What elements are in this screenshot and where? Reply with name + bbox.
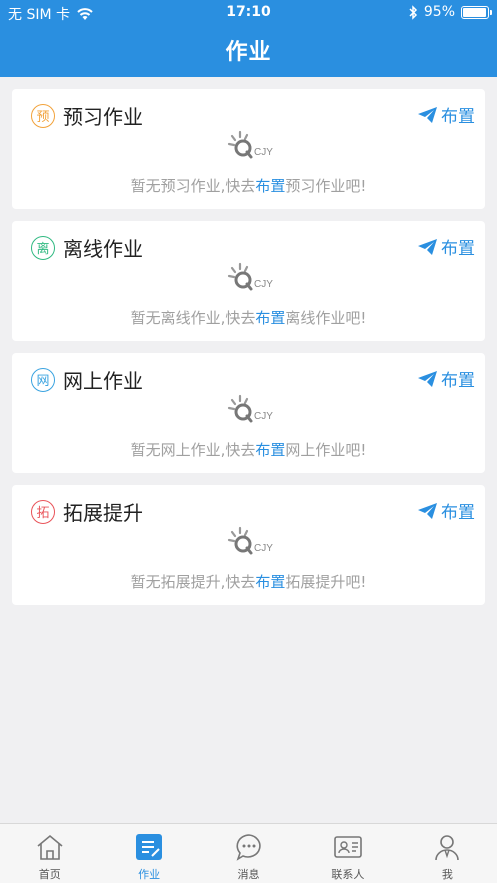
empty-prefix: 暂无预习作业,快去 [130, 177, 256, 195]
logo-text: CJY [254, 411, 273, 422]
tab-home[interactable]: 首页 [0, 824, 99, 883]
section-badge: 网 [31, 367, 55, 392]
section-title: 预习作业 [63, 105, 143, 129]
tab-messages[interactable]: 消息 [199, 824, 298, 883]
homework-section-card: 网 网上作业 布置 CJY 暂无网上作业,快去布置网上作业吧! [12, 353, 485, 473]
section-badge: 预 [31, 103, 55, 128]
tab-label: 作业 [138, 868, 161, 881]
paper-plane-icon [418, 370, 437, 387]
empty-assign-link[interactable]: 布置 [255, 441, 285, 459]
logo-text: CJY [254, 147, 273, 158]
tab-homework[interactable]: 作业 [99, 824, 198, 883]
empty-assign-link[interactable]: 布置 [255, 573, 285, 591]
status-bar: 无 SIM 卡 17:10 95% [0, 0, 497, 26]
homework-section-card: 预 预习作业 布置 CJY 暂无预习作业,快去布置预习作业吧! [12, 89, 485, 209]
assign-button[interactable]: 布置 [418, 102, 475, 127]
profile-icon [435, 835, 460, 861]
empty-suffix: 预习作业吧! [285, 177, 367, 195]
assign-label: 布置 [441, 239, 475, 259]
battery-percent: 95% [423, 4, 455, 20]
assign-label: 布置 [441, 503, 475, 523]
empty-prefix: 暂无网上作业,快去 [130, 441, 256, 459]
logo-text: CJY [254, 543, 273, 554]
battery-icon [461, 5, 492, 19]
bluetooth-icon [409, 4, 417, 20]
empty-prefix: 暂无离线作业,快去 [130, 309, 256, 327]
section-header: 离 离线作业 [31, 233, 143, 262]
assign-button[interactable]: 布置 [418, 366, 475, 391]
tab-label: 我 [441, 868, 453, 881]
assign-label: 布置 [441, 371, 475, 391]
paper-plane-icon [418, 238, 437, 255]
section-title: 拓展提升 [63, 501, 143, 525]
section-badge: 拓 [31, 499, 55, 524]
empty-state-text: 暂无拓展提升,快去布置拓展提升吧! [12, 571, 485, 592]
assign-button[interactable]: 布置 [418, 498, 475, 523]
app-header: 无 SIM 卡 17:10 95% 作业 [0, 0, 497, 77]
tab-profile[interactable]: 我 [398, 824, 497, 883]
section-header: 拓 拓展提升 [31, 497, 143, 526]
section-badge: 离 [31, 235, 55, 260]
tab-label: 联系人 [331, 868, 365, 881]
homework-section-card: 离 离线作业 布置 CJY 暂无离线作业,快去布置离线作业吧! [12, 221, 485, 341]
homework-section-card: 拓 拓展提升 布置 CJY 暂无拓展提升,快去布置拓展提升吧! [12, 485, 485, 605]
assign-label: 布置 [441, 107, 475, 127]
tab-label: 消息 [237, 868, 260, 881]
section-title: 网上作业 [63, 369, 143, 393]
section-header: 网 网上作业 [31, 365, 143, 394]
paper-plane-icon [418, 502, 437, 519]
paper-plane-icon [418, 106, 437, 123]
empty-prefix: 暂无拓展提升,快去 [130, 573, 256, 591]
cjy-logo-icon: CJY [227, 394, 273, 423]
home-icon [37, 834, 63, 860]
empty-assign-link[interactable]: 布置 [255, 309, 285, 327]
cjy-logo-icon: CJY [227, 130, 273, 159]
assign-button[interactable]: 布置 [418, 234, 475, 259]
homework-icon [136, 834, 163, 860]
empty-state-text: 暂无离线作业,快去布置离线作业吧! [12, 307, 485, 328]
empty-assign-link[interactable]: 布置 [255, 177, 285, 195]
tab-label: 首页 [38, 868, 61, 881]
tab-contacts[interactable]: 联系人 [298, 824, 397, 883]
message-icon [235, 834, 261, 861]
section-header: 预 预习作业 [31, 101, 143, 130]
cjy-logo-icon: CJY [227, 526, 273, 555]
empty-suffix: 离线作业吧! [285, 309, 367, 327]
empty-suffix: 网上作业吧! [285, 441, 367, 459]
empty-suffix: 拓展提升吧! [285, 573, 367, 591]
page-title: 作业 [225, 40, 272, 65]
logo-text: CJY [254, 279, 273, 290]
tab-bar: 首页 作业 消息 联系人 我 [0, 823, 497, 883]
cjy-logo-icon: CJY [227, 262, 273, 291]
empty-state-text: 暂无预习作业,快去布置预习作业吧! [12, 175, 485, 196]
empty-state-text: 暂无网上作业,快去布置网上作业吧! [12, 439, 485, 460]
contacts-icon [334, 836, 362, 858]
section-title: 离线作业 [63, 237, 143, 261]
